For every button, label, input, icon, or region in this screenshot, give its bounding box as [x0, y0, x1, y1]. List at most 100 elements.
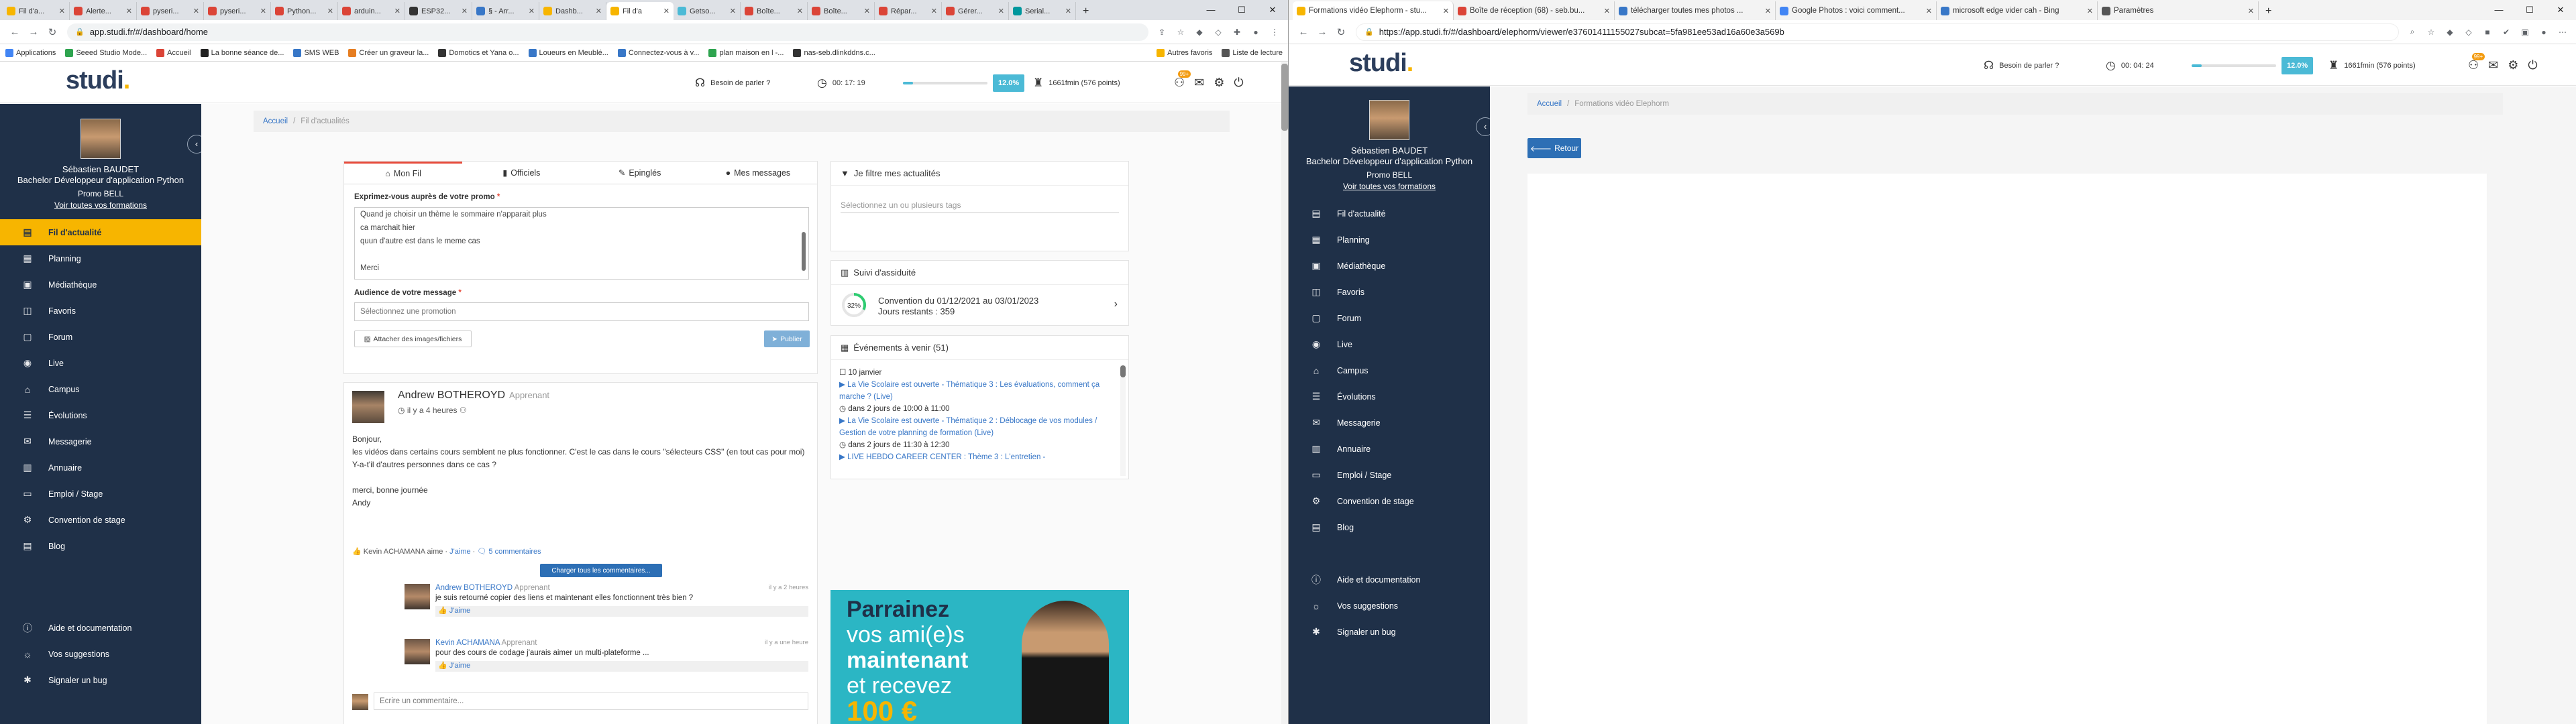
close-tab-icon[interactable]: ✕ [55, 7, 65, 15]
sidebar-item-2[interactable]: ☼ Vos suggestions [0, 641, 201, 667]
sidebar-item-1[interactable]: ▤ Fil d'actualité [1289, 200, 1490, 227]
sidebar-item-10[interactable]: ▥ Annuaire [0, 455, 201, 481]
reload-icon[interactable]: ↻ [43, 26, 62, 38]
menu-icon[interactable]: ⋯ [2555, 24, 2571, 40]
post-author[interactable]: Andrew BOTHEROYD Apprenant [398, 389, 549, 402]
close-tab-icon[interactable]: ✕ [323, 7, 333, 15]
sidebar-item-9[interactable]: ✉ Messagerie [0, 428, 201, 455]
browser-tab[interactable]: Python... ✕ [271, 2, 338, 20]
reload-icon[interactable]: ↻ [1332, 26, 1350, 38]
sidebar-item-3[interactable]: ✱ Signaler un bug [1289, 619, 1490, 645]
bookmark-item[interactable]: Applications [5, 48, 56, 57]
close-tab-icon[interactable]: ✕ [927, 7, 937, 15]
sidebar-item-8[interactable]: ☰ Évolutions [0, 402, 201, 428]
studi-logo[interactable]: studi. [1349, 49, 1413, 78]
mail-icon[interactable]: ✉ [1194, 76, 1204, 90]
post-author-avatar[interactable] [352, 391, 384, 423]
search-icon[interactable]: ⌕ [2404, 24, 2420, 40]
power-icon[interactable]: ⏻ [2528, 58, 2537, 72]
tab-epingles[interactable]: ✎ Epinglés [581, 162, 699, 184]
back-button[interactable]: 🡐 Retour [1527, 138, 1581, 158]
power-icon[interactable]: ⏻ [1234, 76, 1243, 90]
close-tab-icon[interactable]: ✕ [1600, 7, 1610, 15]
close-tab-icon[interactable]: ✕ [458, 7, 468, 15]
bookmark-item[interactable]: Autres favoris [1157, 48, 1212, 57]
maximize-icon[interactable]: ☐ [1226, 0, 1257, 20]
minimize-icon[interactable]: — [1195, 0, 1226, 20]
extension-icon[interactable]: ◆ [2442, 24, 2458, 40]
new-tab-button[interactable]: + [2259, 2, 2278, 20]
sidebar-item-12[interactable]: ⚙ Convention de stage [0, 507, 201, 533]
new-tab-button[interactable]: + [1076, 2, 1095, 20]
referral-banner[interactable]: Parrainez vos ami(e)s maintenant et rece… [830, 590, 1129, 724]
comment-like[interactable]: 👍 J'aime [435, 661, 808, 672]
all-trainings-link[interactable]: Voir toutes vos formations [0, 200, 201, 210]
close-tab-icon[interactable]: ✕ [1761, 7, 1771, 15]
bookmark-item[interactable]: plan maison en l -... [708, 48, 784, 57]
maximize-icon[interactable]: ☐ [2514, 0, 2545, 20]
back-icon[interactable]: ← [1294, 26, 1313, 38]
close-tab-icon[interactable]: ✕ [189, 7, 199, 15]
close-tab-icon[interactable]: ✕ [1922, 7, 1932, 15]
sidebar-item-7[interactable]: ⌂ Campus [1289, 357, 1490, 383]
star-icon[interactable]: ☆ [1173, 24, 1189, 40]
breadcrumb-home[interactable]: Accueil [263, 117, 288, 125]
sidebar-item-1[interactable]: ⓘ Aide et documentation [0, 615, 201, 641]
sidebar-item-3[interactable]: ▣ Médiathèque [1289, 253, 1490, 279]
favorite-icon[interactable]: ☆ [2423, 24, 2439, 40]
sidebar-item-5[interactable]: ▢ Forum [1289, 305, 1490, 331]
close-window-icon[interactable]: ✕ [1257, 0, 1288, 20]
bookmark-item[interactable]: nas-seb.dlinkddns.c... [793, 48, 875, 57]
sidebar-item-4[interactable]: ◫ Favoris [0, 298, 201, 324]
load-comments-button[interactable]: Charger tous les commentaires... [540, 564, 662, 577]
close-tab-icon[interactable]: ✕ [2244, 7, 2254, 15]
sidebar-item-4[interactable]: ◫ Favoris [1289, 279, 1490, 305]
close-tab-icon[interactable]: ✕ [726, 7, 736, 15]
sidebar-item-3[interactable]: ▣ Médiathèque [0, 272, 201, 298]
tab-officiels[interactable]: ▮ Officiels [462, 162, 580, 184]
users-icon[interactable]: ⚇ 99+ [2468, 53, 2485, 72]
close-window-icon[interactable]: ✕ [2545, 0, 2576, 20]
bookmark-item[interactable]: SMS WEB [293, 48, 339, 57]
comment-avatar[interactable] [405, 584, 430, 609]
menu-icon[interactable]: ⋮ [1267, 24, 1283, 40]
tab-mon-fil[interactable]: ⌂ Mon Fil [344, 162, 463, 184]
browser-tab[interactable]: Alerte... ✕ [70, 2, 137, 20]
close-tab-icon[interactable]: ✕ [525, 7, 535, 15]
url-input[interactable]: 🔒 app.studi.fr/#/dashboard/home [67, 23, 1148, 41]
browser-tab[interactable]: Getso... ✕ [674, 2, 741, 20]
help-link[interactable]: ☊ Besoin de parler ? [1984, 45, 2059, 86]
check-icon[interactable]: ✔ [2498, 24, 2514, 40]
sidebar-item-6[interactable]: ◉ Live [0, 350, 201, 376]
sidebar-item-5[interactable]: ▢ Forum [0, 324, 201, 350]
extension-icon[interactable]: ◇ [2461, 24, 2477, 40]
close-tab-icon[interactable]: ✕ [994, 7, 1004, 15]
browser-tab[interactable]: Fil d'a ✕ [606, 2, 674, 20]
settings-icon[interactable]: ⚙ [1214, 76, 1224, 90]
share-icon[interactable]: ⇪ [1154, 24, 1170, 40]
audience-select[interactable]: Sélectionnez une promotion [354, 302, 809, 321]
close-tab-icon[interactable]: ✕ [256, 7, 266, 15]
close-tab-icon[interactable]: ✕ [793, 7, 803, 15]
browser-tab[interactable]: Boîte de réception (68) - seb.bu... ✕ [1454, 1, 1615, 20]
browser-tab[interactable]: Dashb... ✕ [539, 2, 606, 20]
url-input[interactable]: 🔒 https://app.studi.fr/#/dashboard/eleph… [1356, 23, 2399, 41]
browser-tab[interactable]: Fil d'a... ✕ [3, 2, 70, 20]
help-link[interactable]: ☊ Besoin de parler ? [695, 62, 770, 103]
sidebar-item-2[interactable]: ▦ Planning [0, 245, 201, 272]
browser-tab[interactable]: pyseri... ✕ [204, 2, 271, 20]
puzzle-icon[interactable]: ✚ [1229, 24, 1245, 40]
events-scrollbar[interactable] [1120, 365, 1126, 476]
comment-avatar[interactable] [405, 639, 430, 664]
event-item[interactable]: ▶ LIVE HEBDO CAREER CENTER : Thème 3 : L… [839, 451, 1111, 463]
close-tab-icon[interactable]: ✕ [860, 7, 870, 15]
chevron-right-icon[interactable]: › [1114, 298, 1118, 310]
browser-tab[interactable]: § - Arr... ✕ [472, 2, 539, 20]
sidebar-item-8[interactable]: ☰ Évolutions [1289, 383, 1490, 410]
bookmark-item[interactable]: Créer un graveur la... [348, 48, 429, 57]
video-viewer[interactable] [1527, 174, 2487, 724]
users-icon[interactable]: ⚇ 99+ [1174, 70, 1191, 90]
sidebar-item-9[interactable]: ✉ Messagerie [1289, 410, 1490, 436]
like-link[interactable]: J'aime [449, 548, 470, 556]
close-tab-icon[interactable]: ✕ [2083, 7, 2093, 15]
